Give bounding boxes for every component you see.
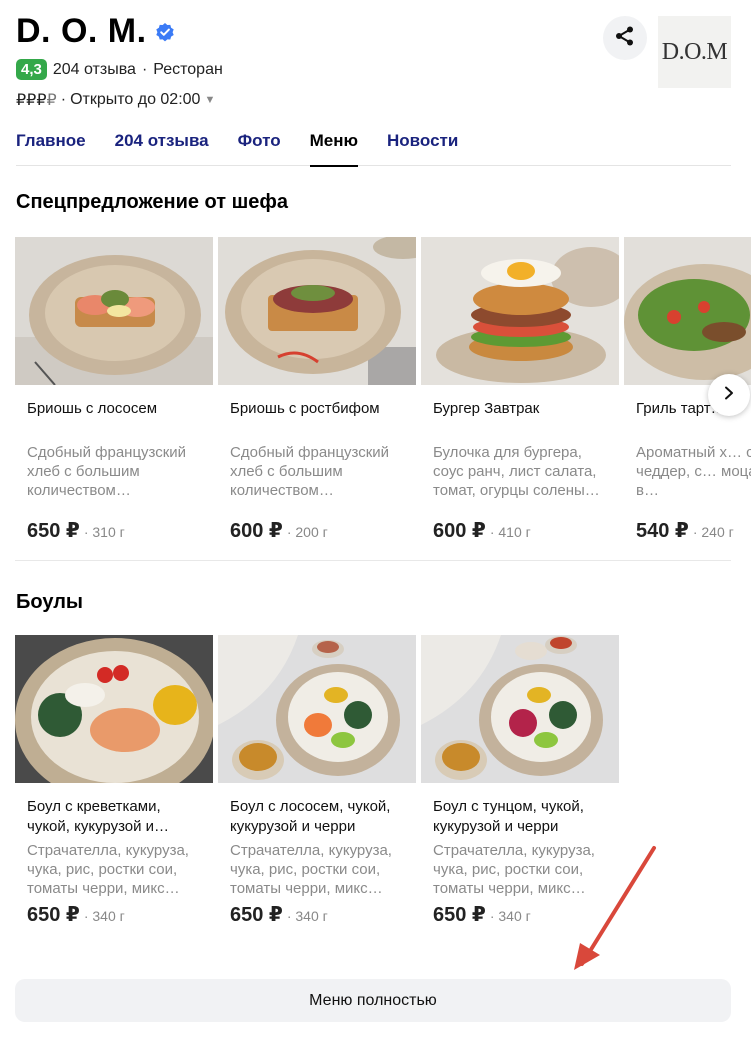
section-title-chef: Спецпредложение от шефа (16, 191, 289, 213)
dish-description: Страчателла, кукуруза, чука, рис, ростки… (27, 842, 189, 897)
dish-weight: · 310 г (83, 524, 125, 540)
chevron-right-icon (722, 386, 736, 405)
dish-description: Страчателла, кукуруза, чука, рис, ростки… (230, 842, 392, 897)
tab-bar: Главное 204 отзыва Фото Меню Новости (16, 128, 731, 167)
dish-photo (218, 237, 416, 385)
dish-name: Боул с креветками, чукой, кукурузой и… (27, 798, 170, 835)
section-title-bowls: Боулы (16, 591, 83, 613)
dish-weight: · 340 г (286, 908, 328, 924)
dish-photo (624, 237, 751, 385)
dish-description: Сдобный французский хлеб с большим колич… (230, 444, 390, 499)
menu-card[interactable]: Боул с лососем, чукой, кукурузой и черри… (218, 635, 416, 927)
dish-description: Булочка для бургера, соус ранч, лист сал… (433, 444, 600, 499)
meta-separator: · (141, 60, 148, 78)
price-level-weak: ₽ (46, 92, 57, 109)
opening-hours: Открыто до 02:00 (70, 91, 201, 108)
menu-card[interactable]: Боул с креветками, чукой, кукурузой и… С… (15, 635, 213, 927)
menu-card[interactable]: Бриошь с ростбифом Сдобный французский х… (218, 237, 416, 567)
price-level: ₽₽₽₽ (16, 90, 57, 110)
dish-price: 650 ₽ (433, 904, 486, 926)
dish-name: Бриошь с ростбифом (230, 400, 380, 417)
verified-check-icon (155, 22, 175, 42)
dish-price-row: 540 ₽ · 240 г (636, 518, 751, 543)
dish-name: Боул с лососем, чукой, кукурузой и черри (230, 798, 391, 835)
dish-weight: · 240 г (692, 524, 734, 540)
dish-price: 650 ₽ (27, 904, 80, 926)
annotation-arrow-icon (560, 838, 670, 978)
chef-carousel: Бриошь с лососем Сдобный французский хле… (15, 237, 751, 567)
carousel-scrollbar[interactable] (15, 560, 731, 561)
status-separator: · (60, 91, 67, 108)
status-row[interactable]: ₽₽₽₽ · Открыто до 02:00 ▼ (16, 90, 731, 110)
dish-weight: · 340 г (83, 908, 125, 924)
carousel-next-button[interactable] (708, 374, 750, 416)
dish-price-row: 650 ₽ · 340 г (230, 902, 404, 927)
dish-description: Сдобный французский хлеб с большим колич… (27, 444, 187, 499)
dish-price: 540 ₽ (636, 520, 689, 542)
dish-weight: · 410 г (489, 524, 531, 540)
share-button[interactable] (603, 16, 647, 60)
dish-name: Бриошь с лососем (27, 400, 158, 417)
dish-photo (421, 635, 619, 783)
share-icon (614, 25, 636, 52)
meta-row: 4,3 204 отзыва · Ресторан (16, 59, 731, 80)
tab-photos[interactable]: Фото (238, 128, 281, 166)
place-title: D. O. M. (16, 12, 147, 50)
menu-card[interactable]: Бургер Завтрак Булочка для бургера, соус… (421, 237, 619, 567)
category-label: Ресторан (153, 60, 223, 78)
tab-reviews[interactable]: 204 отзыва (115, 128, 209, 166)
caret-down-icon: ▼ (204, 94, 216, 106)
tab-menu[interactable]: Меню (309, 128, 359, 167)
menu-card[interactable]: Бриошь с лососем Сдобный французский хле… (15, 237, 213, 567)
tab-news[interactable]: Новости (387, 128, 458, 166)
dish-price: 650 ₽ (27, 520, 80, 542)
dish-photo (15, 635, 213, 783)
dish-weight: · 340 г (489, 908, 531, 924)
dish-price: 600 ₽ (230, 520, 283, 542)
dish-price-row: 600 ₽ · 410 г (433, 518, 607, 543)
dish-photo (218, 635, 416, 783)
dish-price: 600 ₽ (433, 520, 486, 542)
dish-price-row: 650 ₽ · 340 г (27, 902, 201, 927)
bowls-list: Боул с креветками, чукой, кукурузой и… С… (15, 635, 619, 927)
dish-photo (421, 237, 619, 385)
dish-name: Бургер Завтрак (433, 400, 540, 417)
dish-description: Ароматный х… сыр чеддер, с… моцарелла, в… (636, 444, 751, 499)
dish-price-row: 650 ₽ · 310 г (27, 518, 201, 543)
dish-weight: · 200 г (286, 524, 328, 540)
tab-main[interactable]: Главное (16, 128, 86, 166)
dish-name: Боул с тунцом, чукой, кукурузой и черри (433, 798, 584, 835)
full-menu-button[interactable]: Меню полностью (15, 979, 731, 1022)
dish-price: 650 ₽ (230, 904, 283, 926)
reviews-count-link[interactable]: 204 отзыва (53, 61, 136, 79)
rating-badge[interactable]: 4,3 (16, 59, 47, 80)
dish-price-row: 600 ₽ · 200 г (230, 518, 404, 543)
place-logo[interactable]: D.O.M (658, 16, 731, 88)
dish-photo (15, 237, 213, 385)
price-level-strong: ₽₽₽ (16, 92, 47, 109)
